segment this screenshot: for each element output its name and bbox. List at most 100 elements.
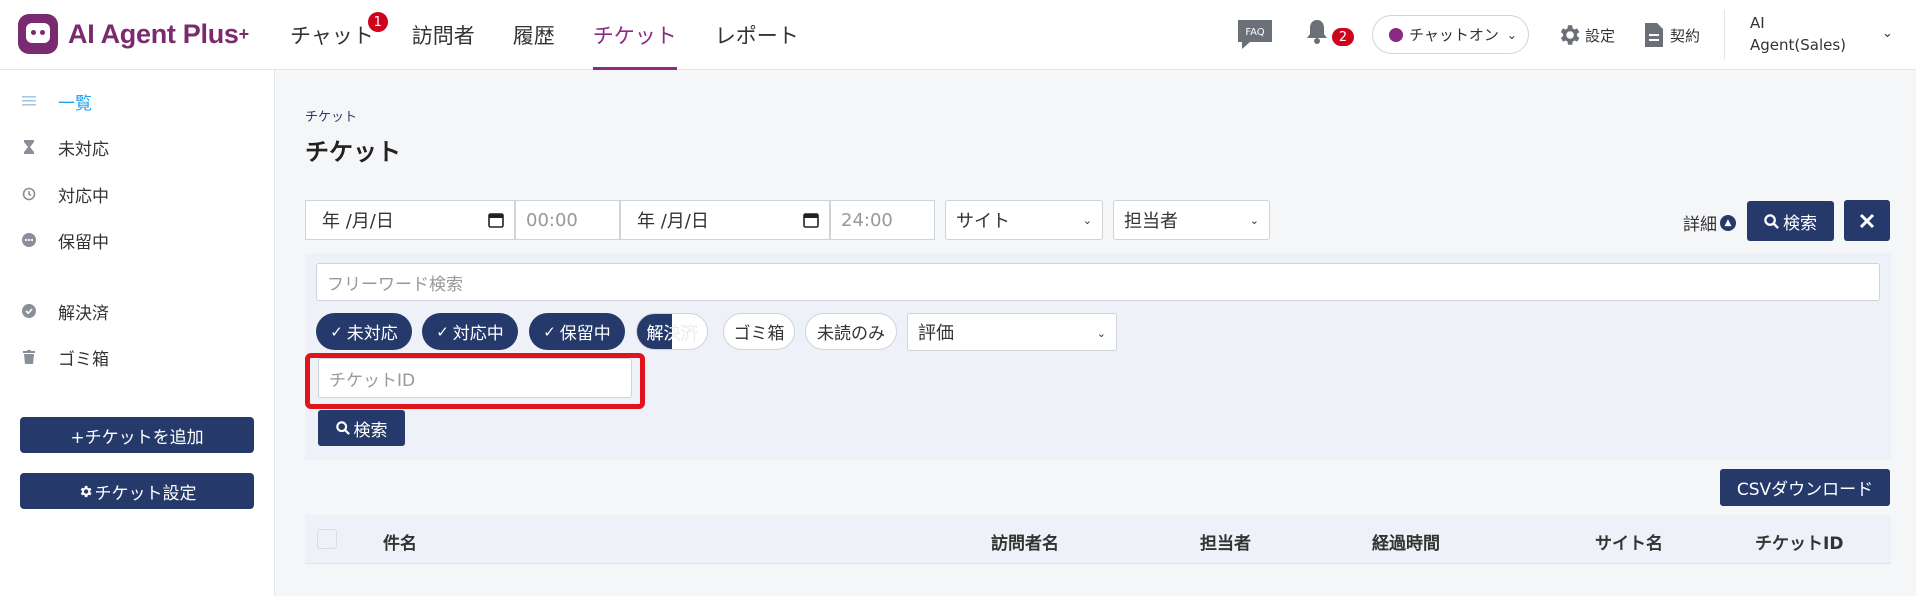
sidebar-item-label: 保留中 — [58, 232, 109, 253]
page-title: チケット — [305, 138, 401, 166]
faq-icon[interactable]: FAQ — [1236, 18, 1274, 49]
calendar-icon[interactable] — [488, 212, 504, 228]
rating-select-value: 評価 — [918, 323, 954, 344]
chip-label: 未読のみ — [817, 324, 885, 344]
time-from-input[interactable]: 00:00 — [515, 200, 620, 240]
nav-reports[interactable]: レポート — [715, 0, 799, 70]
sidebar-item-in-progress[interactable]: 対応中 — [22, 179, 109, 209]
sidebar-item-label: 対応中 — [58, 186, 109, 207]
chip-label: 解決済 — [647, 319, 698, 344]
settings-link[interactable]: 設定 — [1556, 20, 1615, 50]
ticket-id-input[interactable]: チケットID — [318, 358, 632, 398]
chat-badge: 1 — [367, 12, 388, 32]
brand-plus: + — [238, 23, 250, 44]
trash-icon — [22, 350, 36, 364]
date-from-value: 年 /月/日 — [322, 211, 394, 232]
chip-label: 保留中 — [559, 324, 611, 344]
top-header: AI Agent Plus + チャット 1 訪問者 履歴 チケット レポート … — [0, 0, 1916, 70]
header-divider — [1724, 10, 1725, 60]
ticket-table-header: 件名 訪問者名 担当者 経過時間 サイト名 チケットID — [305, 515, 1891, 564]
detail-toggle[interactable]: 詳細 ▲ — [1683, 210, 1736, 235]
check-circle-icon — [22, 304, 36, 318]
chip-label: ゴミ箱 — [733, 324, 785, 344]
chat-status-dropdown[interactable]: チャットオン ⌄ — [1372, 15, 1529, 54]
notifications-button[interactable]: 2 — [1302, 16, 1354, 52]
sidebar-item-label: 一覧 — [58, 93, 92, 114]
column-site-name[interactable]: サイト名 — [1595, 529, 1663, 554]
search-icon — [1764, 213, 1779, 229]
select-all-checkbox[interactable] — [317, 529, 337, 549]
sidebar-item-resolved[interactable]: 解決済 — [22, 296, 109, 326]
status-dot-icon — [1389, 27, 1403, 42]
filter-chip-resolved[interactable]: 解決済 — [636, 313, 708, 350]
check-icon: ✓ — [436, 322, 449, 341]
date-to-input[interactable]: 年 /月/日 — [620, 200, 830, 240]
user-menu[interactable]: AI Agent(Sales) — [1750, 12, 1870, 56]
date-to-value: 年 /月/日 — [637, 211, 709, 232]
calendar-icon[interactable] — [803, 212, 819, 228]
sidebar-item-unhandled[interactable]: 未対応 — [22, 132, 109, 162]
sidebar-item-list[interactable]: 一覧 — [22, 86, 92, 116]
nav-visitors[interactable]: 訪問者 — [412, 0, 475, 70]
document-icon — [1645, 23, 1663, 47]
chevron-down-icon: ⌄ — [1249, 214, 1259, 227]
nav-visitors-label: 訪問者 — [411, 24, 475, 48]
assignee-select[interactable]: 担当者 ⌄ — [1113, 200, 1270, 240]
ticket-settings-label: チケット設定 — [94, 483, 197, 504]
rating-select[interactable]: 評価 ⌄ — [907, 313, 1117, 351]
sidebar-item-on-hold[interactable]: 保留中 — [22, 225, 109, 255]
column-assignee[interactable]: 担当者 — [1200, 529, 1251, 554]
bell-icon — [1307, 20, 1327, 44]
filter-chip-on-hold[interactable]: ✓ 保留中 — [529, 313, 625, 350]
clear-button[interactable] — [1844, 200, 1890, 241]
assignee-select-value: 担当者 — [1124, 211, 1178, 232]
chevron-up-icon: ▲ — [1720, 214, 1736, 231]
chevron-down-icon: ⌄ — [1096, 327, 1106, 340]
search-button-label: 検索 — [1783, 213, 1817, 234]
notification-badge: 2 — [1332, 28, 1354, 46]
nav-chat[interactable]: チャット 1 — [290, 0, 388, 70]
panel-search-button[interactable]: 検索 — [318, 410, 405, 446]
chevron-down-icon: ⌄ — [1506, 27, 1517, 42]
filter-chip-unhandled[interactable]: ✓ 未対応 — [316, 313, 412, 350]
site-select[interactable]: サイト ⌄ — [945, 200, 1103, 240]
app-logo[interactable]: AI Agent Plus + — [18, 14, 249, 54]
chat-status-label: チャットオン — [1409, 26, 1499, 44]
nav-reports-label: レポート — [714, 24, 799, 48]
contract-label: 契約 — [1670, 26, 1701, 45]
panel-search-label: 検索 — [353, 420, 388, 441]
brand-name: AI Agent Plus — [68, 18, 239, 49]
column-elapsed-time[interactable]: 経過時間 — [1372, 529, 1440, 554]
filter-chip-unread-only[interactable]: 未読のみ — [805, 313, 897, 350]
contract-link[interactable]: 契約 — [1643, 20, 1700, 50]
clock-refresh-icon — [22, 187, 36, 201]
nav-tickets[interactable]: チケット — [592, 0, 677, 70]
sidebar-item-trash[interactable]: ゴミ箱 — [22, 342, 109, 372]
date-from-input[interactable]: 年 /月/日 — [305, 200, 515, 240]
sidebar-item-label: 解決済 — [58, 303, 109, 324]
time-to-input[interactable]: 24:00 — [830, 200, 935, 240]
breadcrumb[interactable]: チケット — [305, 106, 357, 125]
column-ticket-id[interactable]: チケットID — [1755, 529, 1843, 554]
search-button[interactable]: 検索 — [1747, 201, 1834, 241]
filter-chip-in-progress[interactable]: ✓ 対応中 — [422, 313, 518, 350]
user-chevron-down-icon[interactable]: ⌄ — [1882, 26, 1893, 41]
check-icon: ✓ — [543, 322, 556, 341]
ticket-settings-button[interactable]: チケット設定 — [20, 473, 254, 509]
sidebar: 一覧 未対応 対応中 保留中 解決済 ゴミ箱 +チケットを追加 チケット設定 — [0, 70, 275, 596]
csv-download-button[interactable]: CSVダウンロード — [1720, 469, 1890, 506]
chevron-down-icon: ⌄ — [1082, 214, 1092, 227]
gear-icon — [1560, 25, 1580, 45]
detail-label: 詳細 — [1683, 215, 1717, 235]
nav-history[interactable]: 履歴 — [513, 0, 555, 70]
faq-label: FAQ — [1245, 27, 1264, 38]
freeword-search-input[interactable]: フリーワード検索 — [316, 263, 1880, 301]
site-select-value: サイト — [956, 211, 1010, 232]
ellipsis-circle-icon — [22, 233, 36, 247]
hourglass-icon — [22, 140, 36, 154]
column-visitor-name[interactable]: 訪問者名 — [991, 529, 1059, 554]
user-name-line1: AI — [1750, 14, 1765, 32]
filter-chip-trash[interactable]: ゴミ箱 — [723, 313, 795, 350]
column-subject[interactable]: 件名 — [383, 529, 417, 554]
add-ticket-button[interactable]: +チケットを追加 — [20, 417, 254, 453]
